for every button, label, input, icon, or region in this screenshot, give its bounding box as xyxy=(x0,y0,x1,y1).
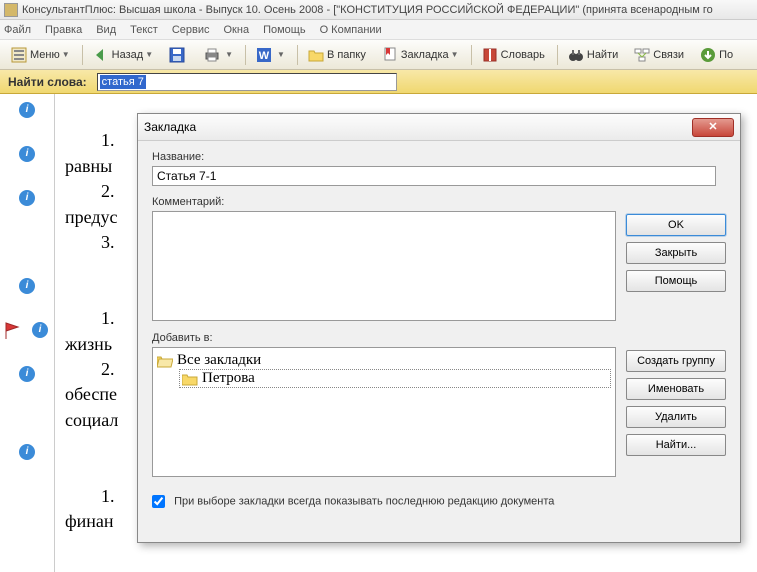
word-icon: W xyxy=(256,47,272,63)
dictionary-button-label: Словарь xyxy=(501,49,545,61)
find-in-tree-button[interactable]: Найти... xyxy=(626,434,726,456)
find-label: Найти слова: xyxy=(8,75,87,89)
menu-edit[interactable]: Правка xyxy=(45,24,82,36)
menu-help[interactable]: Помощь xyxy=(263,24,306,36)
menu-bar: Файл Правка Вид Текст Сервис Окна Помощь… xyxy=(0,20,757,40)
chevron-down-icon: ▼ xyxy=(62,50,70,59)
name-input[interactable] xyxy=(152,166,716,186)
app-icon xyxy=(4,3,18,17)
info-icon[interactable]: i xyxy=(19,444,35,460)
separator xyxy=(297,45,298,65)
find-input-value: статья 7 xyxy=(100,75,146,89)
menu-view[interactable]: Вид xyxy=(96,24,116,36)
bookmark-icon xyxy=(382,47,398,63)
svg-text:W: W xyxy=(259,50,270,62)
menu-icon xyxy=(11,47,27,63)
tree-root-node[interactable]: Все закладки xyxy=(157,352,611,369)
bookmark-dialog: Закладка ✕ Название: Комментарий: OK Зак… xyxy=(137,113,741,543)
folder-tree[interactable]: Все закладки Петрова xyxy=(152,347,616,477)
folder-icon xyxy=(182,372,198,386)
po-button-label: По xyxy=(719,49,733,61)
menu-file[interactable]: Файл xyxy=(4,24,31,36)
comment-textarea[interactable] xyxy=(152,211,616,321)
dictionary-button[interactable]: Словарь xyxy=(475,43,552,67)
book-icon xyxy=(482,47,498,63)
find-input[interactable]: статья 7 xyxy=(97,73,397,91)
name-label: Название: xyxy=(152,151,726,163)
dialog-titlebar[interactable]: Закладка ✕ xyxy=(138,114,740,141)
folder-button[interactable]: В папку xyxy=(301,43,373,67)
chevron-down-icon: ▼ xyxy=(277,50,285,59)
menu-windows[interactable]: Окна xyxy=(224,24,250,36)
tree-child-node[interactable]: Петрова xyxy=(179,369,611,388)
gutter: i i i i i i i xyxy=(0,94,55,572)
show-latest-checkbox[interactable] xyxy=(152,495,165,508)
print-button[interactable]: ▼ xyxy=(197,43,240,67)
save-icon xyxy=(169,47,185,63)
window-titlebar: КонсультантПлюс: Высшая школа - Выпуск 1… xyxy=(0,0,757,20)
info-icon[interactable]: i xyxy=(19,102,35,118)
links-button[interactable]: Связи xyxy=(627,43,691,67)
flag-icon xyxy=(4,322,22,340)
chevron-down-icon: ▼ xyxy=(145,50,153,59)
ok-button[interactable]: OK xyxy=(626,214,726,236)
tree-root-label: Все закладки xyxy=(177,352,261,369)
folder-open-icon xyxy=(157,354,173,368)
back-button-label: Назад xyxy=(112,49,144,61)
menu-about[interactable]: О Компании xyxy=(320,24,382,36)
folder-icon xyxy=(308,47,324,63)
menu-text[interactable]: Текст xyxy=(130,24,158,36)
arrow-down-icon xyxy=(700,47,716,63)
info-icon[interactable]: i xyxy=(19,146,35,162)
info-icon[interactable]: i xyxy=(19,190,35,206)
print-icon xyxy=(204,47,220,63)
find-button-label: Найти xyxy=(587,49,618,61)
back-button[interactable]: Назад ▼ xyxy=(86,43,160,67)
help-button[interactable]: Помощь xyxy=(626,270,726,292)
rename-button[interactable]: Именовать xyxy=(626,378,726,400)
info-icon[interactable]: i xyxy=(19,278,35,294)
window-title: КонсультантПлюс: Высшая школа - Выпуск 1… xyxy=(22,4,713,16)
binoculars-icon xyxy=(568,47,584,63)
info-icon[interactable]: i xyxy=(19,366,35,382)
find-bar: Найти слова: статья 7 xyxy=(0,70,757,94)
po-button[interactable]: По xyxy=(693,43,740,67)
separator xyxy=(557,45,558,65)
bookmark-button-label: Закладка xyxy=(401,49,449,61)
close-button[interactable]: ✕ xyxy=(692,118,734,137)
dialog-title: Закладка xyxy=(144,120,196,134)
word-button[interactable]: W ▼ xyxy=(249,43,292,67)
create-group-button[interactable]: Создать группу xyxy=(626,350,726,372)
chevron-down-icon: ▼ xyxy=(451,50,459,59)
menu-service[interactable]: Сервис xyxy=(172,24,210,36)
bookmark-button[interactable]: Закладка ▼ xyxy=(375,43,466,67)
chevron-down-icon: ▼ xyxy=(225,50,233,59)
delete-button[interactable]: Удалить xyxy=(626,406,726,428)
menu-button-label: Меню xyxy=(30,49,60,61)
separator xyxy=(82,45,83,65)
menu-button[interactable]: Меню ▼ xyxy=(4,43,77,67)
separator xyxy=(245,45,246,65)
arrow-left-icon xyxy=(93,47,109,63)
close-dialog-button[interactable]: Закрыть xyxy=(626,242,726,264)
checkbox-row: При выборе закладки всегда показывать по… xyxy=(152,495,726,508)
links-icon xyxy=(634,47,650,63)
toolbar: Меню ▼ Назад ▼ ▼ W ▼ В папку Закладка ▼ … xyxy=(0,40,757,70)
tree-child-label: Петрова xyxy=(202,370,255,387)
checkbox-label: При выборе закладки всегда показывать по… xyxy=(174,495,554,507)
separator xyxy=(471,45,472,65)
save-button[interactable] xyxy=(162,43,195,67)
comment-label: Комментарий: xyxy=(152,196,616,208)
info-icon[interactable]: i xyxy=(32,322,48,338)
find-button[interactable]: Найти xyxy=(561,43,625,67)
addto-label: Добавить в: xyxy=(152,332,616,344)
folder-button-label: В папку xyxy=(327,49,366,61)
links-button-label: Связи xyxy=(653,49,684,61)
